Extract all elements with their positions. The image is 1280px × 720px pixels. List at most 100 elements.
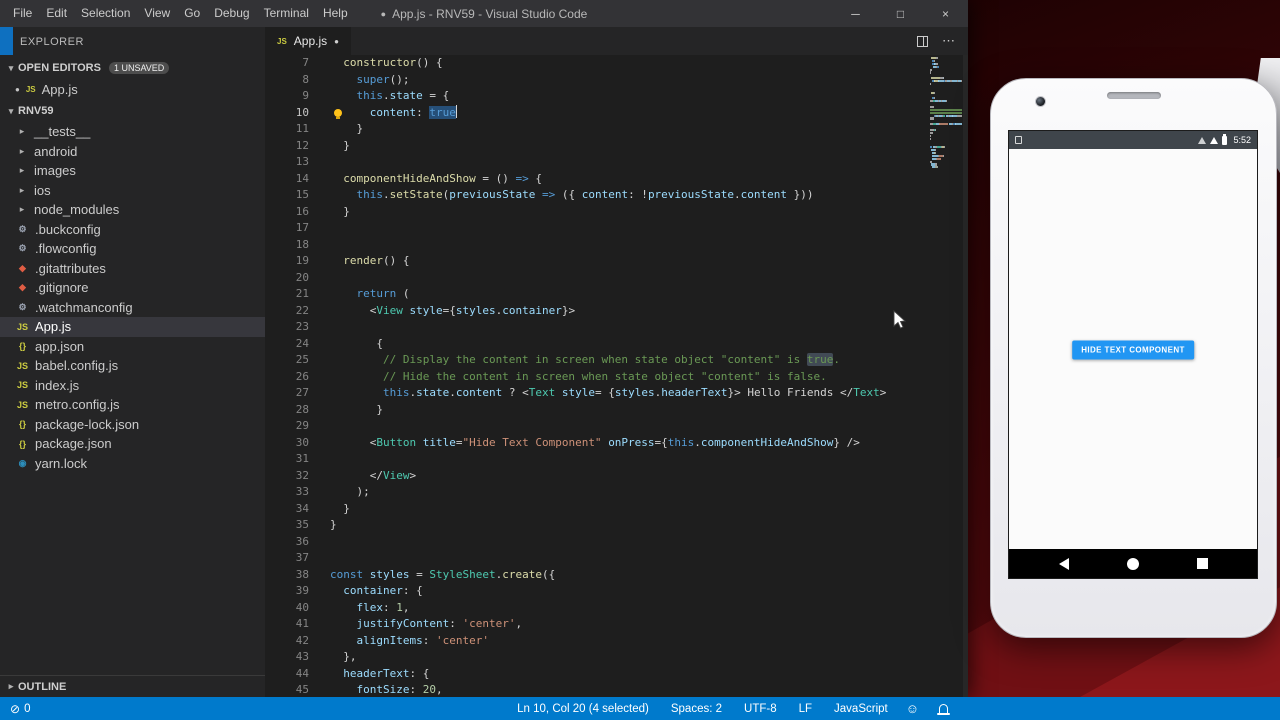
status-item-1[interactable]: Spaces: 2 [671,703,722,715]
js-icon: JS [16,399,28,410]
code-line-19[interactable]: 19 render() { [265,253,928,270]
code-line-23[interactable]: 23 [265,319,928,336]
open-editor-item-appjs[interactable]: ● JS App.js [0,79,265,100]
code-line-21[interactable]: 21 return ( [265,286,928,303]
more-actions-icon[interactable]: ⋯ [942,33,956,49]
tree-item-ios[interactable]: ▸ ios [0,181,265,201]
feedback-smiley-icon[interactable]: ☺ [906,701,919,716]
code-line-42[interactable]: 42 alignItems: 'center' [265,633,928,650]
code-line-7[interactable]: 7 constructor() { [265,55,928,72]
code-line-38[interactable]: 38 const styles = StyleSheet.create({ [265,567,928,584]
code-line-44[interactable]: 44 headerText: { [265,666,928,683]
back-icon[interactable] [1058,557,1069,570]
code-editor[interactable]: 7 constructor() {8 super(); 9 this.state … [265,55,968,697]
editor-scrollbar[interactable] [963,55,968,697]
tree-item-metro-config-js[interactable]: JS metro.config.js [0,395,265,415]
code-line-28[interactable]: 28 } [265,402,928,419]
menu-terminal[interactable]: Terminal [257,0,316,27]
code-line-22[interactable]: 22 <View style={styles.container}> [265,303,928,320]
code-line-12[interactable]: 12 } [265,138,928,155]
lightbulb-icon[interactable] [334,108,342,119]
tree-item-app-json[interactable]: {} app.json [0,337,265,357]
tree-item--gitignore[interactable]: ◆ .gitignore [0,278,265,298]
code-line-45[interactable]: 45 fontSize: 20, [265,682,928,697]
code-text: super(); [356,72,410,86]
split-editor-icon[interactable] [917,35,928,47]
status-item-4[interactable]: JavaScript [834,703,888,715]
menu-debug[interactable]: Debug [207,0,256,27]
tree-item-images[interactable]: ▸ images [0,161,265,181]
code-text: content: true [369,104,458,119]
code-line-35[interactable]: 35} [265,517,928,534]
menu-view[interactable]: View [137,0,177,27]
code-line-34[interactable]: 34 } [265,501,928,518]
problems-indicator[interactable]: ⊘ 0 [10,702,30,716]
code-line-25[interactable]: 25 // Display the content in screen when… [265,352,928,369]
code-line-18[interactable]: 18 [265,237,928,254]
hide-text-component-button[interactable]: HIDE TEXT COMPONENT [1072,340,1194,360]
code-line-24[interactable]: 24 { [265,336,928,353]
status-item-3[interactable]: LF [799,703,812,715]
code-text: container: { [343,584,423,597]
code-line-17[interactable]: 17 [265,220,928,237]
outline-section-header[interactable]: ▸ OUTLINE [0,675,265,697]
tree-item-index-js[interactable]: JS index.js [0,376,265,396]
tree-item--gitattributes[interactable]: ◆ .gitattributes [0,259,265,279]
recents-icon[interactable] [1196,558,1208,569]
code-line-32[interactable]: 32 </View> [265,468,928,485]
menu-selection[interactable]: Selection [74,0,137,27]
tree-item-node-modules[interactable]: ▸ node_modules [0,200,265,220]
tree-item--flowconfig[interactable]: ⚙ .flowconfig [0,239,265,259]
code-line-10[interactable]: 10 content: true [265,104,928,122]
status-item-2[interactable]: UTF-8 [744,703,777,715]
code-line-14[interactable]: 14 componentHideAndShow = () => { [265,171,928,188]
code-line-30[interactable]: 30 <Button title="Hide Text Component" o… [265,435,928,452]
code-line-9[interactable]: 9 this.state = { [265,88,928,105]
status-item-0[interactable]: Ln 10, Col 20 (4 selected) [517,703,649,715]
code-line-36[interactable]: 36 [265,534,928,551]
code-content: 7 constructor() {8 super(); 9 this.state … [265,55,928,697]
tree-item-app-js[interactable]: JS App.js [0,317,265,337]
line-number: 15 [295,188,309,201]
code-line-40[interactable]: 40 flex: 1, [265,600,928,617]
code-line-39[interactable]: 39 container: { [265,583,928,600]
code-line-27[interactable]: 27 this.state.content ? <Text style= {st… [265,385,928,402]
project-root-header[interactable]: ▾ RNV59 [0,100,265,122]
code-line-33[interactable]: 33 ); [265,484,928,501]
minimize-button[interactable]: ─ [833,0,878,27]
tree-item-yarn-lock[interactable]: ◉ yarn.lock [0,454,265,474]
tree-item--tests-[interactable]: ▸ __tests__ [0,122,265,142]
code-line-13[interactable]: 13 [265,154,928,171]
tab-appjs[interactable]: JS App.js ● [265,27,351,55]
minimap[interactable] [930,57,962,169]
menu-edit[interactable]: Edit [39,0,74,27]
menu-help[interactable]: Help [316,0,355,27]
code-line-29[interactable]: 29 [265,418,928,435]
tree-item-package-json[interactable]: {} package.json [0,434,265,454]
menu-go[interactable]: Go [177,0,207,27]
notifications-bell-icon[interactable] [937,704,950,715]
open-editors-header[interactable]: ▾ OPEN EDITORS 1 UNSAVED [0,57,265,79]
code-line-16[interactable]: 16 } [265,204,928,221]
tree-item--buckconfig[interactable]: ⚙ .buckconfig [0,220,265,240]
code-line-31[interactable]: 31 [265,451,928,468]
emulator-screen: 5:52 HIDE TEXT COMPONENT [1008,130,1258,579]
tree-item-android[interactable]: ▸ android [0,142,265,162]
tree-item-package-lock-json[interactable]: {} package-lock.json [0,415,265,435]
code-line-41[interactable]: 41 justifyContent: 'center', [265,616,928,633]
home-icon[interactable] [1126,557,1139,570]
tree-item-babel-config-js[interactable]: JS babel.config.js [0,356,265,376]
tree-item--watchmanconfig[interactable]: ⚙ .watchmanconfig [0,298,265,318]
code-line-15[interactable]: 15 this.setState(previousState => ({ con… [265,187,928,204]
code-line-43[interactable]: 43 }, [265,649,928,666]
code-line-11[interactable]: 11 } [265,121,928,138]
code-line-20[interactable]: 20 [265,270,928,287]
line-number: 45 [295,683,309,696]
code-line-26[interactable]: 26 // Hide the content in screen when st… [265,369,928,386]
maximize-button[interactable]: □ [878,0,923,27]
code-line-8[interactable]: 8 super(); [265,72,928,89]
menu-file[interactable]: File [6,0,39,27]
close-button[interactable]: × [923,0,968,27]
code-line-37[interactable]: 37 [265,550,928,567]
